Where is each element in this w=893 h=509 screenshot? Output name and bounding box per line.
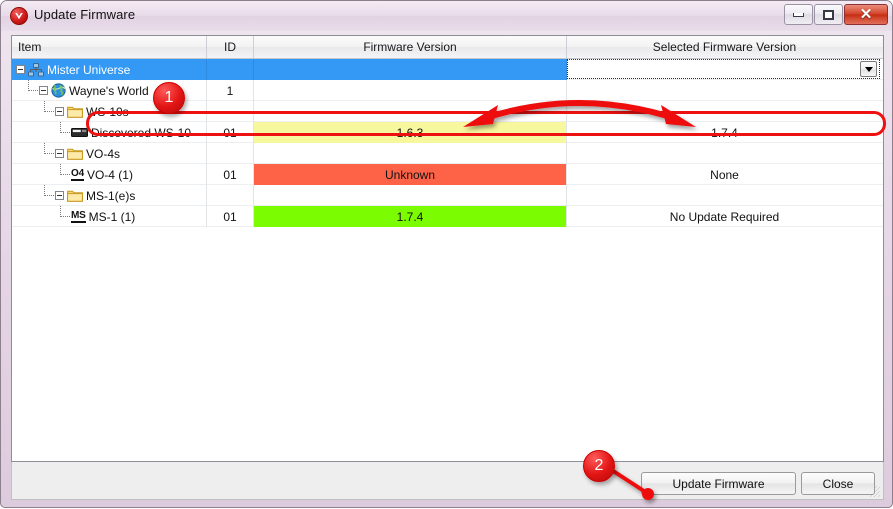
table-body: Mister Universe Wayne's World 1 WS-10s D… bbox=[12, 59, 883, 227]
close-icon: ✕ bbox=[859, 6, 873, 23]
update-firmware-button[interactable]: Update Firmware bbox=[641, 472, 796, 495]
network-icon bbox=[28, 62, 44, 77]
firmware-status-outdated: 1.6.3 bbox=[254, 122, 566, 143]
cell-firmware-version bbox=[254, 101, 567, 122]
cell-firmware-version bbox=[254, 185, 567, 206]
expander-toggle[interactable] bbox=[39, 86, 48, 95]
cell-item[interactable]: WS-10s bbox=[12, 101, 207, 122]
cell-id bbox=[207, 143, 254, 164]
close-button[interactable]: Close bbox=[801, 472, 875, 495]
table-row[interactable]: WS-10s bbox=[12, 101, 883, 122]
expander-toggle[interactable] bbox=[16, 65, 25, 74]
cell-id bbox=[207, 101, 254, 122]
tree-elbow bbox=[44, 143, 54, 154]
cell-selected-firmware-version[interactable]: 1.7.4 bbox=[567, 122, 882, 143]
expander-toggle[interactable] bbox=[55, 107, 64, 116]
table-row[interactable]: MS-1(e)s bbox=[12, 185, 883, 206]
item-label: VO-4s bbox=[86, 146, 121, 161]
cell-item[interactable]: VO-4s bbox=[12, 143, 207, 164]
cell-selected-firmware-version bbox=[567, 80, 882, 101]
maximize-button[interactable] bbox=[814, 4, 843, 25]
item-label: MS-1 (1) bbox=[88, 209, 136, 224]
column-header-item[interactable]: Item bbox=[12, 36, 207, 58]
firmware-status-current: 1.7.4 bbox=[254, 206, 566, 227]
cell-id bbox=[207, 59, 254, 80]
table-row[interactable]: Wayne's World 1 bbox=[12, 80, 883, 101]
tree-elbow bbox=[44, 185, 54, 196]
selected-firmware-combobox[interactable] bbox=[567, 59, 880, 79]
folder-icon bbox=[67, 189, 83, 202]
globe-icon bbox=[51, 83, 66, 98]
cell-firmware-version bbox=[254, 143, 567, 164]
cell-selected-firmware-version bbox=[567, 185, 882, 206]
device-ws10-icon bbox=[71, 127, 88, 138]
minimize-icon bbox=[793, 12, 804, 17]
cell-selected-firmware-version bbox=[567, 101, 882, 122]
expander-toggle[interactable] bbox=[55, 149, 64, 158]
column-header-selected-firmware-version[interactable]: Selected Firmware Version bbox=[567, 36, 882, 58]
cell-selected-firmware-version bbox=[567, 143, 882, 164]
table-row[interactable]: O4 VO-4 (1) 01 Unknown None bbox=[12, 164, 883, 185]
item-label: Discovered WS-10 bbox=[91, 125, 192, 140]
tree-elbow bbox=[60, 206, 70, 217]
cell-item[interactable]: Discovered WS-10 bbox=[12, 122, 207, 143]
maximize-icon bbox=[823, 9, 834, 20]
cell-id: 1 bbox=[207, 80, 254, 101]
item-label: VO-4 (1) bbox=[86, 167, 133, 182]
chevron-down-icon[interactable] bbox=[860, 61, 877, 77]
table-row[interactable]: Discovered WS-10 01 1.6.3 1.7.4 bbox=[12, 122, 883, 143]
cell-id bbox=[207, 185, 254, 206]
cell-firmware-version bbox=[254, 80, 567, 101]
cell-firmware-version: 1.6.3 bbox=[254, 122, 567, 143]
cell-firmware-version bbox=[254, 59, 567, 80]
firmware-status-unknown: Unknown bbox=[254, 164, 566, 185]
cell-item[interactable]: MS MS-1 (1) bbox=[12, 206, 207, 227]
table-header-row: Item ID Firmware Version Selected Firmwa… bbox=[12, 36, 883, 59]
cell-id: 01 bbox=[207, 122, 254, 143]
close-window-button[interactable]: ✕ bbox=[844, 4, 888, 25]
table-row[interactable]: Mister Universe bbox=[12, 59, 883, 80]
cell-selected-firmware-version: No Update Required bbox=[669, 209, 780, 224]
firmware-tree-panel: Item ID Firmware Version Selected Firmwa… bbox=[11, 35, 884, 462]
item-label: Wayne's World bbox=[69, 83, 149, 98]
expander-toggle[interactable] bbox=[55, 191, 64, 200]
cell-item[interactable]: Mister Universe bbox=[12, 59, 207, 80]
minimize-button[interactable] bbox=[784, 4, 813, 25]
tree-elbow bbox=[60, 164, 70, 175]
column-header-id[interactable]: ID bbox=[207, 36, 254, 58]
cell-selected-firmware-version[interactable]: None bbox=[567, 164, 882, 185]
tree-elbow bbox=[60, 122, 70, 133]
table-row[interactable]: VO-4s bbox=[12, 143, 883, 164]
column-header-firmware-version[interactable]: Firmware Version bbox=[254, 36, 567, 58]
cell-selected-firmware-version[interactable] bbox=[567, 59, 882, 80]
app-shield-v-icon bbox=[10, 7, 28, 25]
item-label: Mister Universe bbox=[47, 62, 131, 77]
cell-item[interactable]: MS-1(e)s bbox=[12, 185, 207, 206]
cell-firmware-version: 1.7.4 bbox=[254, 206, 567, 227]
window-title: Update Firmware bbox=[34, 7, 136, 22]
device-o4-icon: O4 bbox=[71, 168, 84, 181]
cell-id: 01 bbox=[207, 164, 254, 185]
item-label: WS-10s bbox=[86, 104, 129, 119]
item-label: MS-1(e)s bbox=[86, 188, 136, 203]
tree-elbow bbox=[44, 101, 54, 112]
folder-icon bbox=[67, 105, 83, 118]
update-firmware-window: Update Firmware ✕ Item ID Firmware Versi… bbox=[0, 0, 893, 508]
title-bar: Update Firmware ✕ bbox=[1, 1, 892, 31]
cell-item[interactable]: Wayne's World bbox=[12, 80, 207, 101]
table-row[interactable]: MS MS-1 (1) 01 1.7.4 No Update Required bbox=[12, 206, 883, 227]
cell-firmware-version: Unknown bbox=[254, 164, 567, 185]
folder-icon bbox=[67, 147, 83, 160]
tree-elbow bbox=[28, 80, 38, 91]
cell-item[interactable]: O4 VO-4 (1) bbox=[12, 164, 207, 185]
cell-id: 01 bbox=[207, 206, 254, 227]
device-ms-icon: MS bbox=[71, 210, 86, 223]
